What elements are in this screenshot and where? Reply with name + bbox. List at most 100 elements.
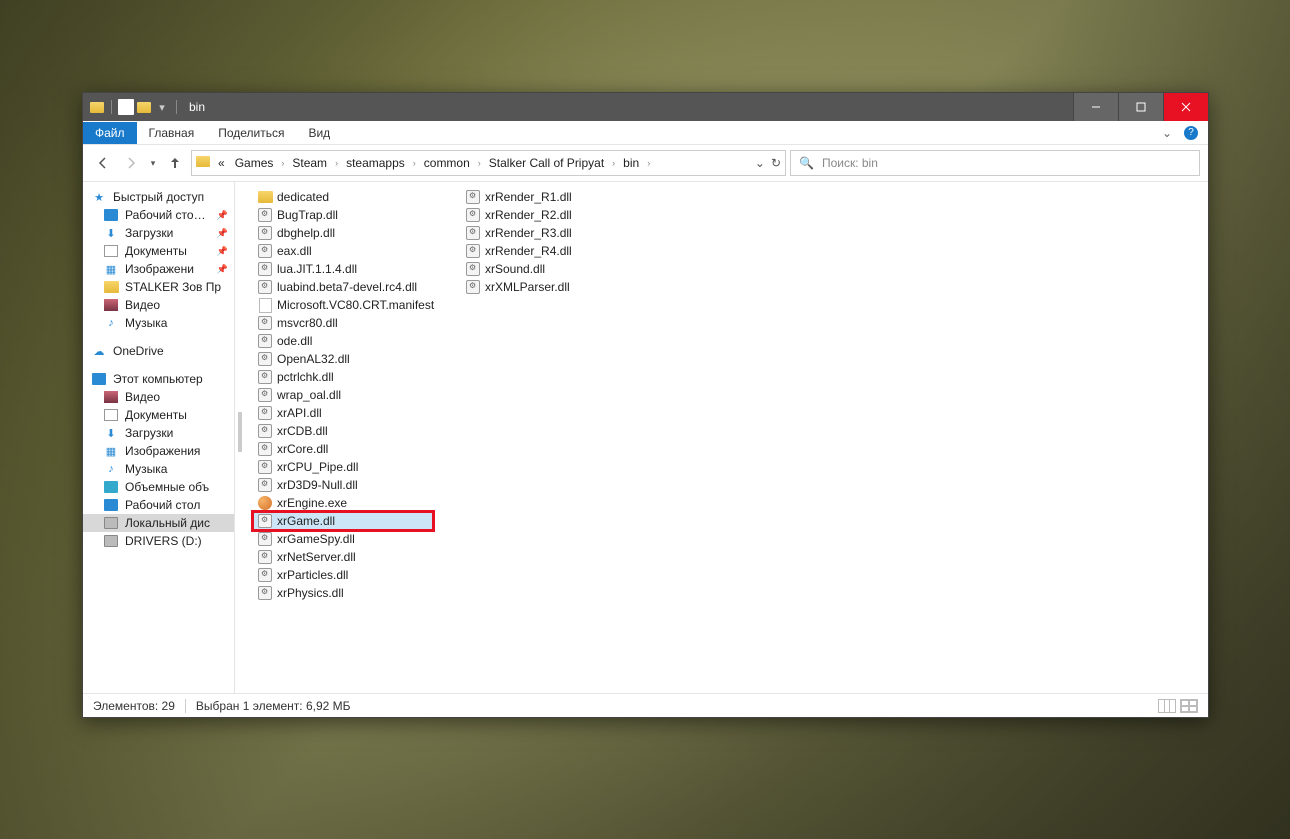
file-item[interactable]: xrGame.dll xyxy=(253,512,433,530)
nav-item[interactable]: Объемные объ xyxy=(83,478,234,496)
tab-file[interactable]: Файл xyxy=(83,122,137,144)
crumb-bin[interactable]: bin xyxy=(619,154,643,172)
file-item[interactable]: xrCore.dll xyxy=(253,440,433,458)
file-item[interactable]: xrRender_R4.dll xyxy=(461,242,641,260)
file-item[interactable]: xrCPU_Pipe.dll xyxy=(253,458,433,476)
chevron-right-icon[interactable]: › xyxy=(411,158,418,168)
nav-item[interactable]: ⬇Загрузки📌 xyxy=(83,224,234,242)
crumb-games[interactable]: Games xyxy=(231,154,278,172)
nav-item[interactable]: Рабочий стол xyxy=(83,496,234,514)
help-icon[interactable]: ? xyxy=(1184,126,1198,140)
address-dropdown-icon[interactable]: ⌄ xyxy=(755,156,765,170)
nav-item[interactable]: Рабочий сто…📌 xyxy=(83,206,234,224)
nav-item[interactable]: DRIVERS (D:) xyxy=(83,532,234,550)
close-button[interactable] xyxy=(1163,93,1208,121)
file-item[interactable]: xrAPI.dll xyxy=(253,404,433,422)
chevron-right-icon[interactable]: › xyxy=(645,158,652,168)
file-type-icon xyxy=(257,585,273,601)
nav-item[interactable]: Документы 📌 xyxy=(83,242,234,260)
title-bar[interactable]: ✎ ▾ bin xyxy=(83,93,1208,121)
crumb-prefix[interactable]: « xyxy=(214,154,229,172)
file-type-icon xyxy=(257,477,273,493)
properties-icon[interactable]: ✎ xyxy=(118,99,134,115)
file-item[interactable]: dbghelp.dll xyxy=(253,224,433,242)
nav-item[interactable]: ▦Изображения xyxy=(83,442,234,460)
nav-item-icon: ▦ xyxy=(103,262,119,276)
refresh-icon[interactable]: ↻ xyxy=(771,156,781,170)
nav-item[interactable]: ⬇Загрузки xyxy=(83,424,234,442)
file-item[interactable]: ode.dll xyxy=(253,332,433,350)
file-item[interactable]: xrEngine.exe xyxy=(253,494,433,512)
file-item[interactable]: xrNetServer.dll xyxy=(253,548,433,566)
minimize-button[interactable] xyxy=(1073,93,1118,121)
file-item[interactable]: xrD3D9-Null.dll xyxy=(253,476,433,494)
file-name: Microsoft.VC80.CRT.manifest xyxy=(277,298,434,312)
address-bar[interactable]: « Games› Steam› steamapps› common› Stalk… xyxy=(191,150,786,176)
new-folder-icon[interactable] xyxy=(136,99,152,115)
file-list[interactable]: dedicatedBugTrap.dlldbghelp.dlleax.dlllu… xyxy=(245,182,1208,693)
file-item[interactable]: xrGameSpy.dll xyxy=(253,530,433,548)
nav-item[interactable]: Локальный дис xyxy=(83,514,234,532)
pin-icon: 📌 xyxy=(217,246,230,257)
search-input[interactable]: 🔍 Поиск: bin xyxy=(790,150,1200,176)
nav-this-pc[interactable]: Этот компьютер xyxy=(83,370,234,388)
splitter[interactable] xyxy=(235,182,245,693)
file-item[interactable]: xrPhysics.dll xyxy=(253,584,433,602)
nav-item[interactable]: Документы xyxy=(83,406,234,424)
up-button[interactable] xyxy=(163,151,187,175)
file-item[interactable]: xrSound.dll xyxy=(461,260,641,278)
qat-dropdown-icon[interactable]: ▾ xyxy=(154,99,170,115)
tab-share[interactable]: Поделиться xyxy=(206,122,296,144)
file-name: xrCore.dll xyxy=(277,442,328,456)
file-item[interactable]: xrCDB.dll xyxy=(253,422,433,440)
nav-item-label: Рабочий сто… xyxy=(125,208,206,222)
file-item[interactable]: OpenAL32.dll xyxy=(253,350,433,368)
nav-quick-access[interactable]: ★Быстрый доступ xyxy=(83,188,234,206)
nav-item[interactable]: ♪Музыка xyxy=(83,460,234,478)
file-item[interactable]: wrap_oal.dll xyxy=(253,386,433,404)
crumb-steamapps[interactable]: steamapps xyxy=(342,154,409,172)
file-item[interactable]: lua.JIT.1.1.4.dll xyxy=(253,260,433,278)
crumb-game[interactable]: Stalker Call of Pripyat xyxy=(485,154,608,172)
file-item[interactable]: pctrlchk.dll xyxy=(253,368,433,386)
chevron-right-icon[interactable]: › xyxy=(333,158,340,168)
file-item[interactable]: xrRender_R3.dll xyxy=(461,224,641,242)
history-dropdown-icon[interactable]: ▾ xyxy=(147,151,159,175)
file-item[interactable]: eax.dll xyxy=(253,242,433,260)
nav-item-label: Видео xyxy=(125,298,160,312)
file-item[interactable]: luabind.beta7-devel.rc4.dll xyxy=(253,278,433,296)
icons-view-button[interactable] xyxy=(1180,699,1198,713)
nav-onedrive[interactable]: ☁OneDrive xyxy=(83,342,234,360)
file-item[interactable]: msvcr80.dll xyxy=(253,314,433,332)
nav-item[interactable]: ▦Изображени📌 xyxy=(83,260,234,278)
forward-button[interactable] xyxy=(119,151,143,175)
file-item[interactable]: xrParticles.dll xyxy=(253,566,433,584)
ribbon-expand-icon[interactable]: ⌄ xyxy=(1154,126,1180,140)
nav-item-icon xyxy=(103,280,119,294)
nav-item-icon xyxy=(103,298,119,312)
file-type-icon xyxy=(257,333,273,349)
file-item[interactable]: xrXMLParser.dll xyxy=(461,278,641,296)
chevron-right-icon[interactable]: › xyxy=(610,158,617,168)
maximize-button[interactable] xyxy=(1118,93,1163,121)
chevron-right-icon[interactable]: › xyxy=(279,158,286,168)
nav-item[interactable]: STALKER Зов Пр xyxy=(83,278,234,296)
file-item[interactable]: dedicated xyxy=(253,188,433,206)
crumb-steam[interactable]: Steam xyxy=(288,154,331,172)
file-item[interactable]: Microsoft.VC80.CRT.manifest xyxy=(253,296,433,314)
chevron-right-icon[interactable]: › xyxy=(476,158,483,168)
nav-item-label: Документы xyxy=(125,244,187,258)
details-view-button[interactable] xyxy=(1158,699,1176,713)
nav-item[interactable]: ♪Музыка xyxy=(83,314,234,332)
file-item[interactable]: xrRender_R2.dll xyxy=(461,206,641,224)
navigation-pane[interactable]: ★Быстрый доступРабочий сто…📌⬇Загрузки📌До… xyxy=(83,182,235,693)
tab-view[interactable]: Вид xyxy=(296,122,342,144)
file-name: OpenAL32.dll xyxy=(277,352,350,366)
crumb-common[interactable]: common xyxy=(420,154,474,172)
nav-item[interactable]: Видео xyxy=(83,296,234,314)
tab-home[interactable]: Главная xyxy=(137,122,207,144)
back-button[interactable] xyxy=(91,151,115,175)
file-item[interactable]: BugTrap.dll xyxy=(253,206,433,224)
nav-item[interactable]: Видео xyxy=(83,388,234,406)
file-item[interactable]: xrRender_R1.dll xyxy=(461,188,641,206)
